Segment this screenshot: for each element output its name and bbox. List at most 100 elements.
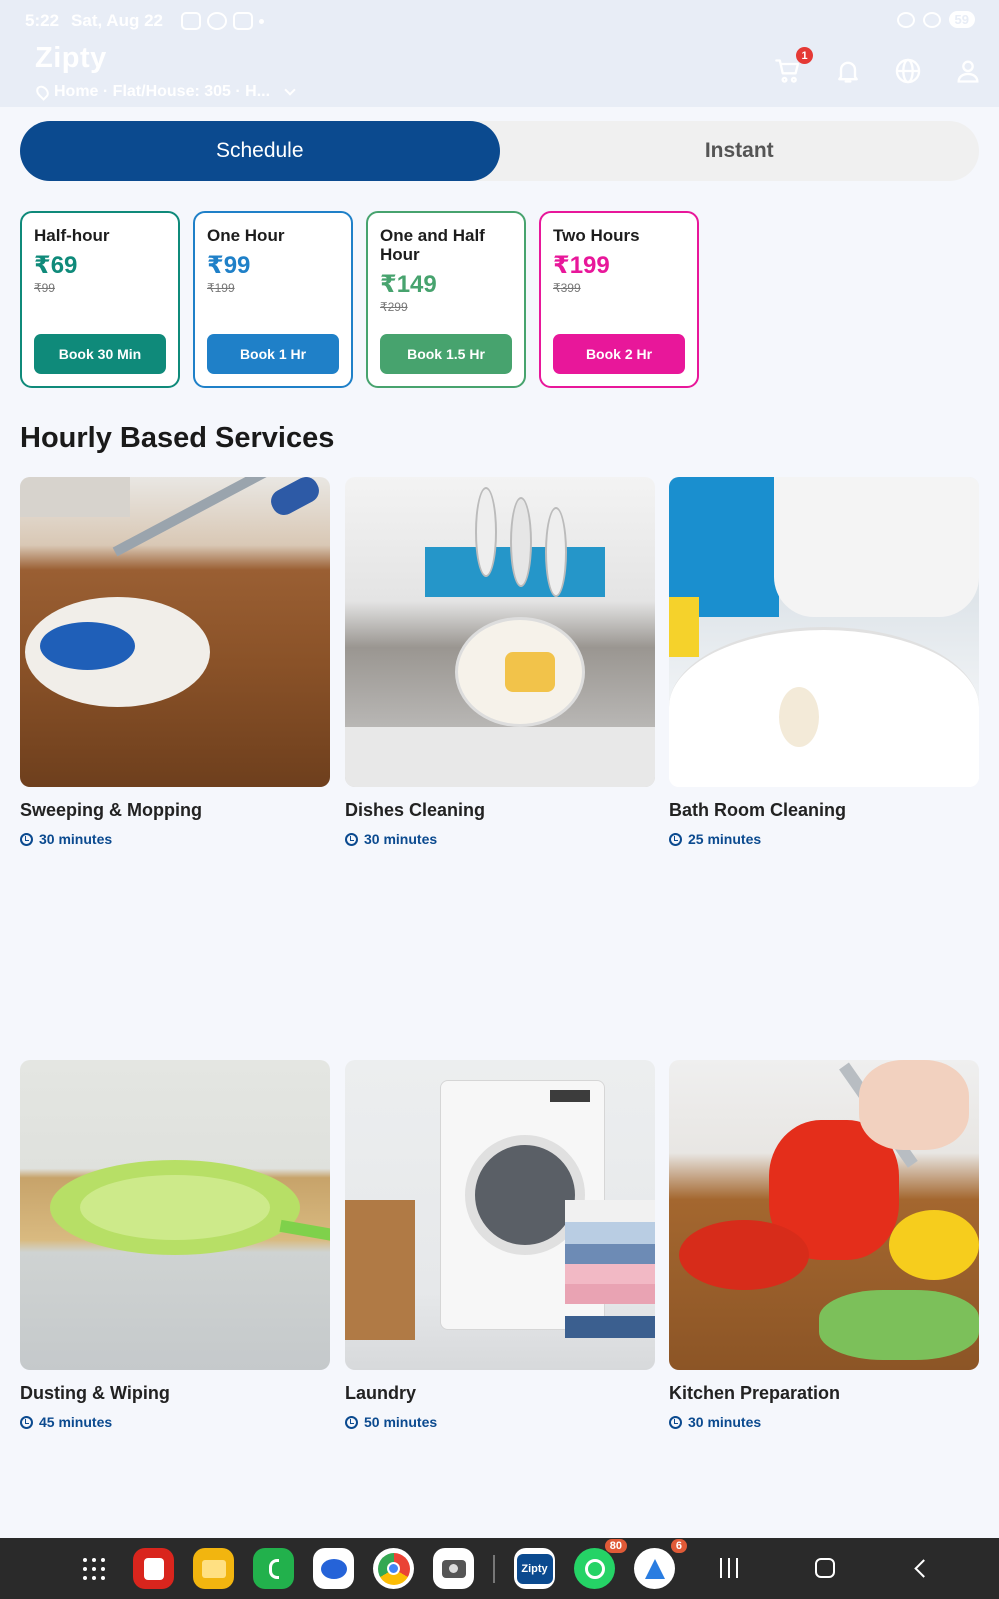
- plan-price: ₹69: [34, 252, 78, 279]
- notification-icons: [180, 12, 264, 30]
- clock-icon: [20, 832, 33, 846]
- plan-price: ₹99: [207, 252, 251, 279]
- wifi-icon: [896, 11, 915, 28]
- whatsapp-notification-icon: [206, 12, 227, 30]
- phone-app-icon[interactable]: [253, 1548, 294, 1589]
- plan-price: ₹149: [380, 271, 437, 298]
- plan-title: Two Hours: [553, 226, 640, 245]
- status-date: Sat, Aug 22: [71, 11, 163, 30]
- service-image: [669, 477, 979, 787]
- chevron-down-icon: [284, 84, 296, 96]
- globe-icon: [895, 58, 921, 84]
- section-title: Hourly Based Services: [20, 422, 335, 454]
- plan-price: ₹199: [553, 252, 610, 279]
- dnd-icon: [922, 11, 941, 28]
- profile-button[interactable]: [953, 56, 983, 86]
- system-nav-bar: Zipty 80 6: [0, 1538, 999, 1599]
- service-card-bath-room-cleaning[interactable]: Bath Room Cleaning 25 minutes: [669, 477, 979, 847]
- battery-indicator: 59: [948, 11, 975, 28]
- tools-icon: [232, 12, 253, 30]
- tab-schedule[interactable]: Schedule: [20, 121, 500, 181]
- service-card-laundry[interactable]: Laundry 50 minutes: [345, 1060, 655, 1430]
- brand-title: Zipty: [35, 42, 107, 74]
- service-card-sweeping-mopping[interactable]: Sweeping & Mopping 30 minutes: [20, 477, 330, 847]
- recents-button[interactable]: [720, 1554, 742, 1584]
- service-duration: 30 minutes: [20, 831, 330, 847]
- clock-icon: [345, 832, 358, 846]
- tab-instant[interactable]: Instant: [500, 121, 980, 181]
- service-name: Dishes Cleaning: [345, 800, 486, 820]
- service-name: Bath Room Cleaning: [669, 800, 847, 820]
- duration-text: 25 minutes: [688, 831, 762, 847]
- plan-cards: Half-hour ₹69 ₹99 Book 30 Min One Hour ₹…: [20, 211, 699, 388]
- service-card-dusting-wiping[interactable]: Dusting & Wiping 45 minutes: [20, 1060, 330, 1430]
- clock-icon: [345, 1415, 358, 1429]
- home-button[interactable]: [815, 1554, 837, 1584]
- clock-icon: [20, 1415, 33, 1429]
- plan-old-price: ₹399: [553, 281, 581, 295]
- service-duration: 45 minutes: [20, 1414, 330, 1430]
- camera-app-icon[interactable]: [433, 1548, 474, 1589]
- cart-count-badge: 1: [796, 47, 813, 64]
- plan-card-one-and-half-hour[interactable]: One and Half Hour ₹149 ₹299 Book 1.5 Hr: [366, 211, 526, 388]
- plan-old-price: ₹99: [34, 281, 55, 295]
- apps-grid-icon: [82, 1557, 105, 1580]
- service-duration: 30 minutes: [669, 1414, 979, 1430]
- more-dot-icon: [258, 18, 264, 24]
- plan-card-half-hour[interactable]: Half-hour ₹69 ₹99 Book 30 Min: [20, 211, 180, 388]
- maps-app-icon[interactable]: 6: [634, 1539, 687, 1589]
- user-icon: [957, 60, 979, 83]
- service-duration: 30 minutes: [345, 831, 655, 847]
- whatsapp-app-icon[interactable]: 80: [574, 1539, 627, 1589]
- service-name: Dusting & Wiping: [20, 1383, 170, 1403]
- service-card-dishes-cleaning[interactable]: Dishes Cleaning 30 minutes: [345, 477, 655, 847]
- zipty-app-icon[interactable]: Zipty: [514, 1548, 555, 1589]
- service-image: [345, 1060, 655, 1370]
- book-1-5-hr-button[interactable]: Book 1.5 Hr: [380, 334, 512, 374]
- service-image: [345, 477, 655, 787]
- duration-text: 50 minutes: [364, 1414, 438, 1430]
- cart-button[interactable]: 1: [773, 47, 813, 86]
- service-card-kitchen-preparation[interactable]: Kitchen Preparation 30 minutes: [669, 1060, 979, 1430]
- files-app-icon[interactable]: [193, 1548, 234, 1589]
- service-image: [669, 1060, 979, 1370]
- status-time: 5:22: [25, 11, 60, 30]
- book-2-hr-button[interactable]: Book 2 Hr: [553, 334, 685, 374]
- whatsapp-badge: 80: [604, 1539, 627, 1553]
- plan-card-two-hours[interactable]: Two Hours ₹199 ₹399 Book 2 Hr: [539, 211, 699, 388]
- plan-card-one-hour[interactable]: One Hour ₹99 ₹199 Book 1 Hr: [193, 211, 353, 388]
- plan-title: One Hour: [207, 226, 285, 245]
- dock-separator: [493, 1554, 495, 1583]
- service-duration: 25 minutes: [669, 831, 979, 847]
- back-button[interactable]: [912, 1554, 934, 1584]
- duration-text: 30 minutes: [39, 831, 113, 847]
- messages-app-icon[interactable]: [313, 1548, 354, 1589]
- language-button[interactable]: [893, 56, 923, 86]
- booking-mode-toggle: Schedule Instant: [20, 121, 979, 181]
- book-1-hr-button[interactable]: Book 1 Hr: [207, 334, 339, 374]
- address-text: Home · Flat/House: 305 · H...: [54, 83, 271, 100]
- address-selector[interactable]: Home · Flat/House: 305 · H...: [33, 83, 296, 101]
- plan-old-price: ₹199: [207, 281, 235, 295]
- service-duration: 50 minutes: [345, 1414, 655, 1430]
- service-name: Laundry: [345, 1383, 417, 1403]
- service-name: Kitchen Preparation: [669, 1383, 841, 1403]
- plan-title: One and Half Hour: [380, 226, 485, 264]
- plan-title: Half-hour: [34, 226, 110, 245]
- service-image: [20, 477, 330, 787]
- book-30-min-button[interactable]: Book 30 Min: [34, 334, 166, 374]
- plan-old-price: ₹299: [380, 300, 408, 314]
- apps-drawer-button[interactable]: [73, 1548, 114, 1589]
- app-header: 5:22 Sat, Aug 22 59 Zipty Home · Flat/Ho…: [0, 0, 999, 107]
- service-image: [20, 1060, 330, 1370]
- duration-text: 30 minutes: [688, 1414, 762, 1430]
- clock-icon: [669, 1415, 682, 1429]
- clock-icon: [669, 832, 682, 846]
- location-pin-icon: [33, 83, 52, 101]
- notes-app-icon[interactable]: [133, 1548, 174, 1589]
- app-dock: Zipty 80 6: [73, 1539, 687, 1589]
- notifications-button[interactable]: [833, 56, 863, 86]
- screenshot-icon: [180, 12, 201, 30]
- chrome-app-icon[interactable]: [373, 1548, 414, 1589]
- status-bar: 5:22 Sat, Aug 22 59: [25, 11, 975, 35]
